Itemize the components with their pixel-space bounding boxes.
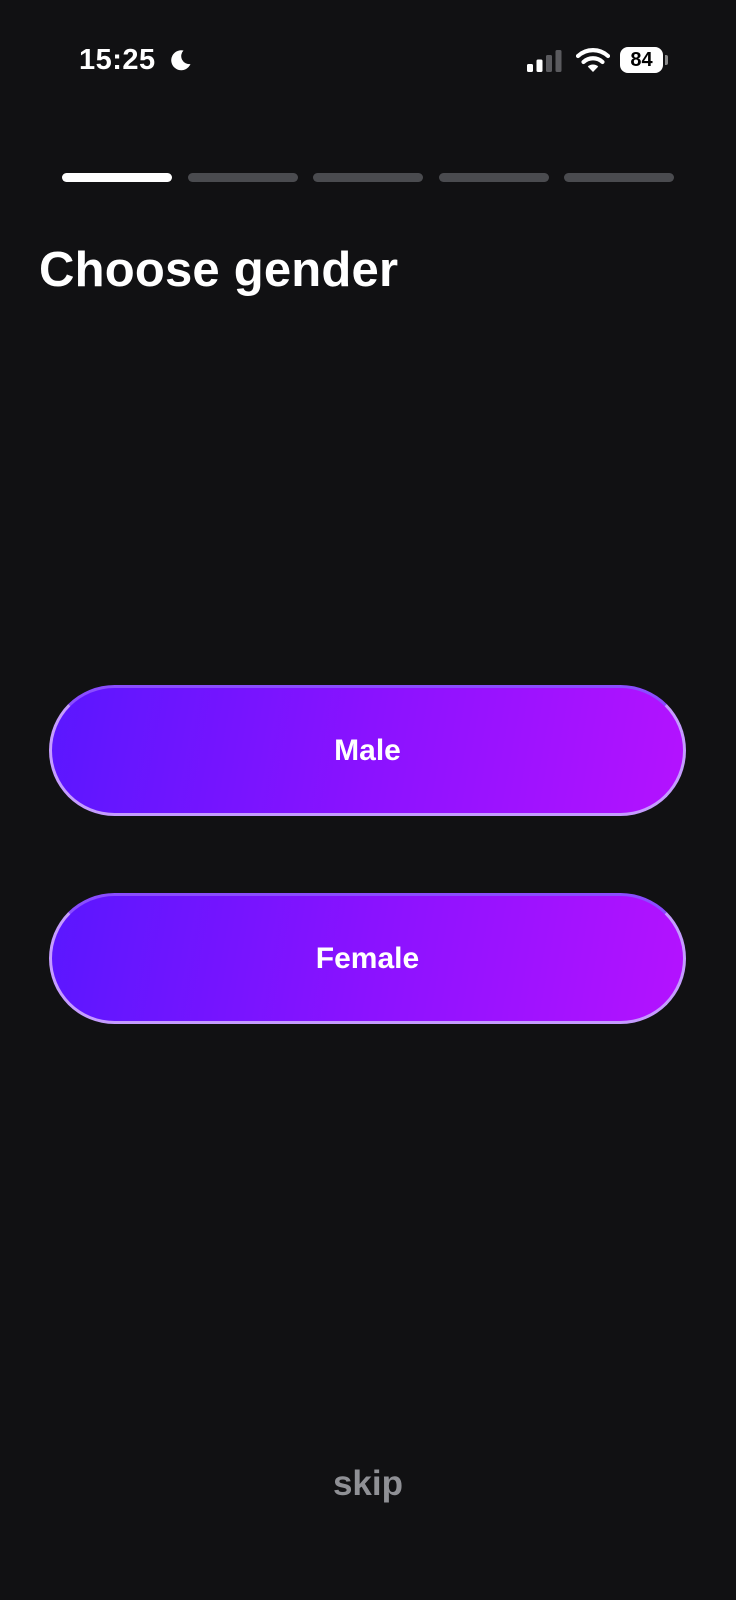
male-option-button[interactable]: Male	[49, 685, 686, 816]
battery-level: 84	[620, 47, 663, 73]
page-title: Choose gender	[39, 243, 399, 297]
status-time: 15:25	[79, 44, 156, 76]
progress-step-3	[313, 173, 423, 182]
female-option-button[interactable]: Female	[49, 893, 686, 1024]
progress-step-4	[438, 173, 549, 182]
battery-tip	[665, 55, 668, 65]
signal-icon	[527, 50, 562, 72]
onboarding-progress	[62, 173, 674, 182]
moon-icon	[171, 50, 191, 71]
progress-step-1	[62, 173, 172, 182]
progress-step-2	[187, 173, 298, 182]
status-bar: 15:25 84	[0, 0, 736, 120]
wifi-icon	[576, 48, 610, 72]
gender-selection-screen: 15:25 84 Choose gender Male Female skip	[0, 0, 736, 1600]
skip-button[interactable]: skip	[0, 1462, 736, 1506]
progress-step-5	[564, 173, 674, 182]
battery-icon: 84	[620, 47, 668, 73]
